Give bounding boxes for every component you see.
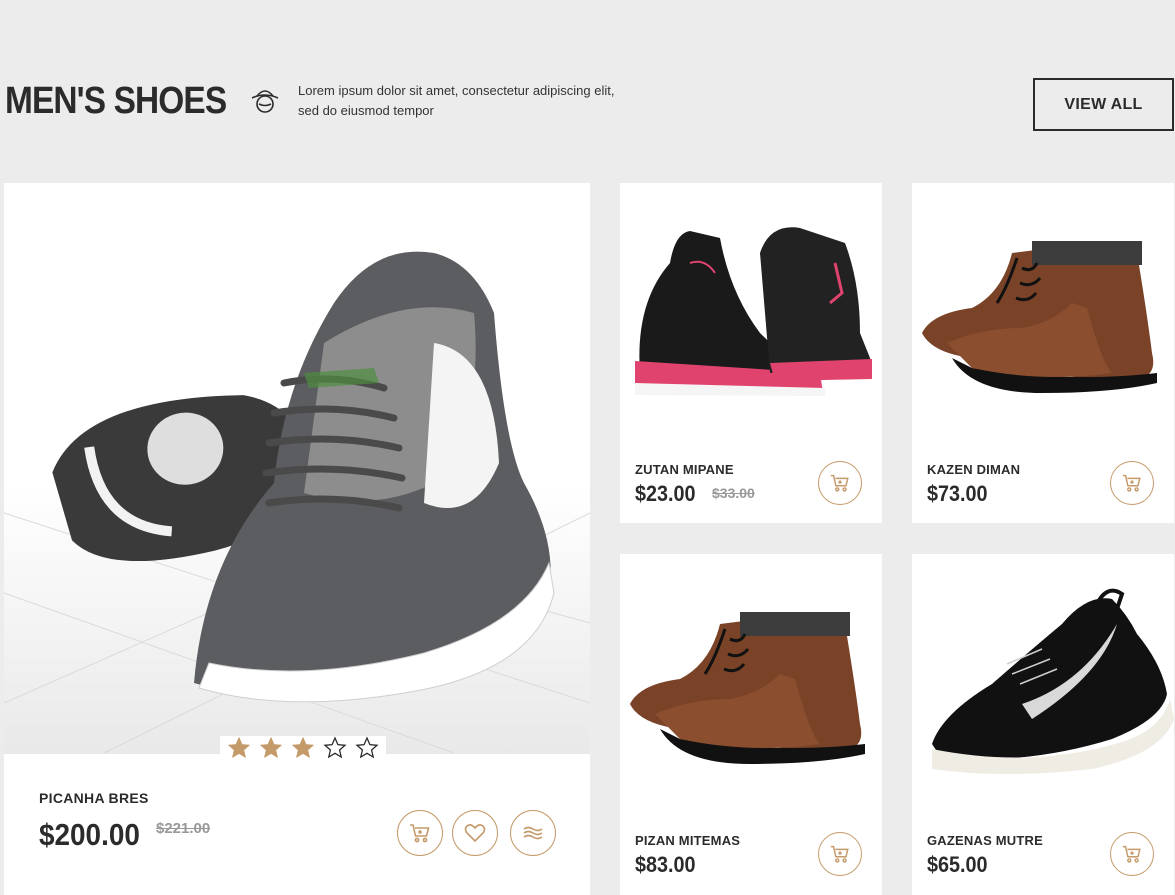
featured-product-card[interactable]: PICANHA BRES $200.00 $221.00	[4, 183, 590, 895]
description-line-1: Lorem ipsum dolor sit amet, consectetur …	[298, 83, 615, 98]
add-to-cart-button[interactable]	[818, 461, 862, 505]
product-name[interactable]: PICANHA BRES	[39, 790, 149, 806]
wishlist-button[interactable]	[452, 810, 498, 856]
product-card[interactable]: ZUTAN MIPANE $23.00 $33.00	[620, 183, 882, 523]
product-name[interactable]: PIZAN MITEMAS	[635, 833, 740, 848]
product-image[interactable]	[620, 554, 882, 814]
product-image[interactable]	[620, 183, 882, 443]
product-image[interactable]	[4, 183, 590, 753]
cart-icon	[410, 824, 430, 843]
view-all-button[interactable]: VIEW ALL	[1033, 78, 1174, 131]
section-title: MEN'S SHOES	[5, 80, 227, 122]
product-price: $200.00	[39, 817, 140, 852]
heart-icon	[464, 824, 486, 843]
product-image[interactable]	[912, 183, 1174, 443]
product-price: $73.00	[927, 481, 988, 506]
product-old-price: $33.00	[712, 485, 755, 501]
product-name[interactable]: ZUTAN MIPANE	[635, 462, 734, 477]
section-description: Lorem ipsum dolor sit amet, consectetur …	[298, 81, 638, 121]
product-name[interactable]: KAZEN DIMAN	[927, 462, 1020, 477]
product-old-price: $221.00	[156, 820, 211, 837]
compare-icon	[523, 826, 543, 840]
description-line-2: sed do eiusmod tempor	[298, 103, 434, 118]
star-empty-icon	[355, 736, 379, 759]
star-filled-icon	[227, 736, 251, 759]
product-price: $83.00	[635, 852, 696, 877]
cart-icon	[830, 474, 849, 492]
cart-icon	[1122, 474, 1141, 492]
product-name[interactable]: GAZENAS MUTRE	[927, 833, 1043, 848]
compare-button[interactable]	[510, 810, 556, 856]
product-price: $65.00	[927, 852, 988, 877]
star-filled-icon	[259, 736, 283, 759]
add-to-cart-button[interactable]	[397, 810, 443, 856]
star-empty-icon	[323, 736, 347, 759]
cart-icon	[1122, 845, 1141, 863]
product-card[interactable]: KAZEN DIMAN $73.00	[912, 183, 1174, 523]
product-card[interactable]: PIZAN MITEMAS $83.00	[620, 554, 882, 895]
add-to-cart-button[interactable]	[1110, 461, 1154, 505]
add-to-cart-button[interactable]	[1110, 832, 1154, 876]
product-card[interactable]: GAZENAS MUTRE $65.00	[912, 554, 1174, 895]
cart-icon	[830, 845, 849, 863]
product-image[interactable]	[912, 554, 1174, 814]
star-filled-icon	[291, 736, 315, 759]
product-price: $23.00	[635, 481, 696, 506]
hat-icon	[251, 90, 279, 113]
rating-stars	[220, 736, 386, 760]
add-to-cart-button[interactable]	[818, 832, 862, 876]
